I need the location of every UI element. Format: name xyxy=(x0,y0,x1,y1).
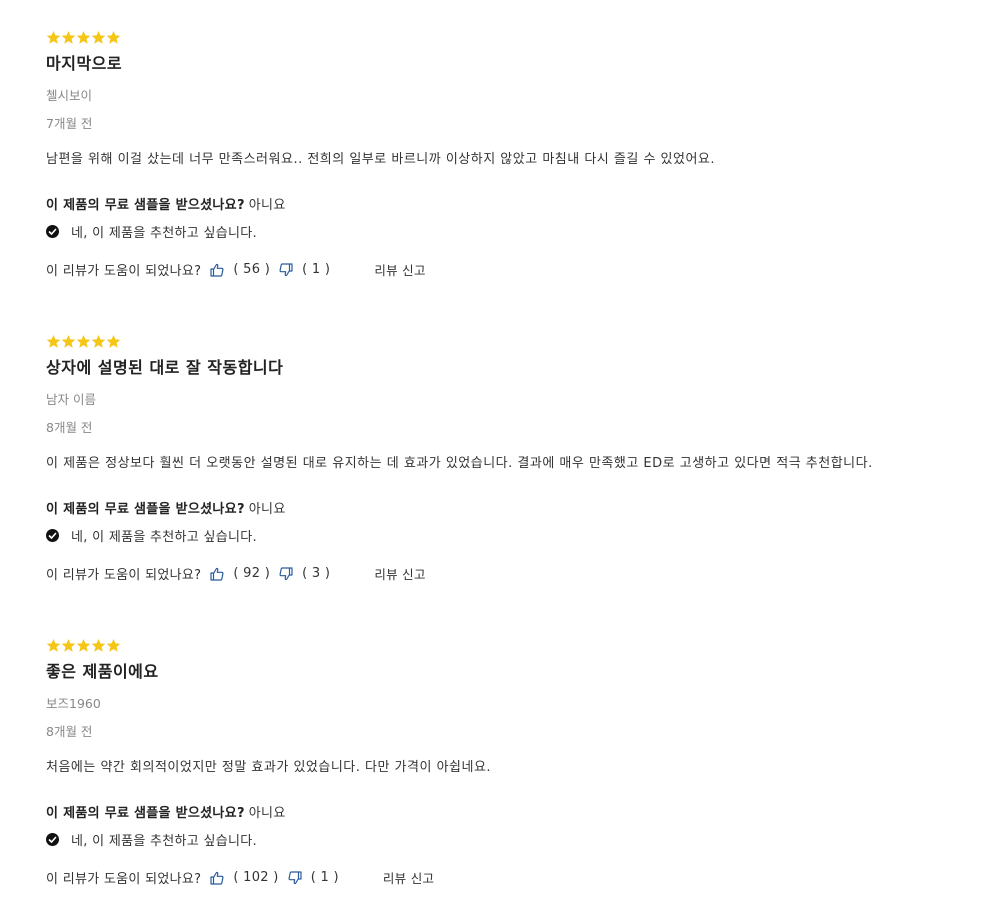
star-icon xyxy=(76,29,91,46)
recommend-statement: 네, 이 제품을 추천하고 싶습니다. xyxy=(46,526,257,545)
thumbs-down-icon[interactable] xyxy=(278,262,294,278)
review-date: 7개월 전 xyxy=(46,116,93,131)
review-body: 남편을 위해 이걸 샀는데 너무 만족스러워요.. 전희의 일부로 바르니까 이… xyxy=(46,152,716,167)
star-icon xyxy=(91,637,106,654)
star-rating xyxy=(46,333,121,351)
thumbs-down-icon[interactable] xyxy=(287,870,303,886)
check-circle-icon xyxy=(46,225,59,238)
free-sample-info: 이 제품의 무료 샘플을 받으셨나요? 아니요 xyxy=(46,194,286,213)
check-circle-icon xyxy=(46,529,59,542)
star-rating xyxy=(46,29,121,47)
helpful-down-count: ( 3 ) xyxy=(302,566,331,581)
recommend-statement: 네, 이 제품을 추천하고 싶습니다. xyxy=(46,830,257,849)
helpful-vote-bar: 이 리뷰가 도움이 되었나요? ( 102 ) ( 1 ) 리뷰 신고 xyxy=(46,868,434,887)
free-sample-answer: 아니요 xyxy=(248,502,286,517)
star-icon xyxy=(61,333,76,350)
review-author: 남자 이름 xyxy=(46,392,96,407)
review-card: 좋은 제품이에요 보즈1960 8개월 전 처음에는 약간 회의적이었지만 정말… xyxy=(46,608,986,912)
helpful-question: 이 리뷰가 도움이 되었나요? xyxy=(46,568,202,583)
helpful-question: 이 리뷰가 도움이 되었나요? xyxy=(46,872,202,887)
review-title: 마지막으로 xyxy=(46,54,123,73)
helpful-down-count: ( 1 ) xyxy=(310,870,339,885)
review-list: 마지막으로 첼시보이 7개월 전 남편을 위해 이걸 샀는데 너무 만족스러워요… xyxy=(46,0,986,912)
star-icon xyxy=(46,637,61,654)
review-card: 마지막으로 첼시보이 7개월 전 남편을 위해 이걸 샀는데 너무 만족스러워요… xyxy=(46,0,986,304)
star-icon xyxy=(76,637,91,654)
helpful-up-count: ( 92 ) xyxy=(233,566,271,581)
thumbs-up-icon[interactable] xyxy=(209,870,225,886)
star-icon xyxy=(46,333,61,350)
helpful-down-count: ( 1 ) xyxy=(302,262,331,277)
free-sample-question: 이 제품의 무료 샘플을 받으셨나요? xyxy=(46,806,245,821)
helpful-vote-bar: 이 리뷰가 도움이 되었나요? ( 56 ) ( 1 ) 리뷰 신고 xyxy=(46,260,426,279)
free-sample-info: 이 제품의 무료 샘플을 받으셨나요? 아니요 xyxy=(46,498,286,517)
review-card: 상자에 설명된 대로 잘 작동합니다 남자 이름 8개월 전 이 제품은 정상보… xyxy=(46,304,986,608)
star-icon xyxy=(91,29,106,46)
thumbs-down-icon[interactable] xyxy=(278,566,294,582)
helpful-vote-bar: 이 리뷰가 도움이 되었나요? ( 92 ) ( 3 ) 리뷰 신고 xyxy=(46,564,426,583)
helpful-up-count: ( 102 ) xyxy=(233,870,279,885)
check-circle-icon xyxy=(46,833,59,846)
review-body: 처음에는 약간 회의적이었지만 정말 효과가 있었습니다. 다만 가격이 아쉽네… xyxy=(46,760,492,775)
star-icon xyxy=(91,333,106,350)
review-author: 첼시보이 xyxy=(46,88,93,103)
star-rating xyxy=(46,637,121,655)
review-date: 8개월 전 xyxy=(46,420,93,435)
free-sample-question: 이 제품의 무료 샘플을 받으셨나요? xyxy=(46,502,245,517)
report-review-link[interactable]: 리뷰 신고 xyxy=(374,260,425,279)
recommend-statement: 네, 이 제품을 추천하고 싶습니다. xyxy=(46,222,257,241)
free-sample-info: 이 제품의 무료 샘플을 받으셨나요? 아니요 xyxy=(46,802,286,821)
recommend-label: 네, 이 제품을 추천하고 싶습니다. xyxy=(71,226,257,241)
review-body: 이 제품은 정상보다 훨씬 더 오랫동안 설명된 대로 유지하는 데 효과가 있… xyxy=(46,456,873,471)
star-icon xyxy=(106,333,121,350)
review-title: 좋은 제품이에요 xyxy=(46,662,159,681)
review-author: 보즈1960 xyxy=(46,696,101,711)
helpful-up-count: ( 56 ) xyxy=(233,262,271,277)
helpful-question: 이 리뷰가 도움이 되었나요? xyxy=(46,264,202,279)
thumbs-up-icon[interactable] xyxy=(209,262,225,278)
star-icon xyxy=(61,29,76,46)
thumbs-up-icon[interactable] xyxy=(209,566,225,582)
recommend-label: 네, 이 제품을 추천하고 싶습니다. xyxy=(71,834,257,849)
free-sample-question: 이 제품의 무료 샘플을 받으셨나요? xyxy=(46,198,245,213)
recommend-label: 네, 이 제품을 추천하고 싶습니다. xyxy=(71,530,257,545)
star-icon xyxy=(106,637,121,654)
star-icon xyxy=(61,637,76,654)
report-review-link[interactable]: 리뷰 신고 xyxy=(374,564,425,583)
report-review-link[interactable]: 리뷰 신고 xyxy=(383,868,434,887)
star-icon xyxy=(76,333,91,350)
free-sample-answer: 아니요 xyxy=(248,806,286,821)
review-date: 8개월 전 xyxy=(46,724,93,739)
review-title: 상자에 설명된 대로 잘 작동합니다 xyxy=(46,358,284,377)
star-icon xyxy=(106,29,121,46)
free-sample-answer: 아니요 xyxy=(248,198,286,213)
star-icon xyxy=(46,29,61,46)
